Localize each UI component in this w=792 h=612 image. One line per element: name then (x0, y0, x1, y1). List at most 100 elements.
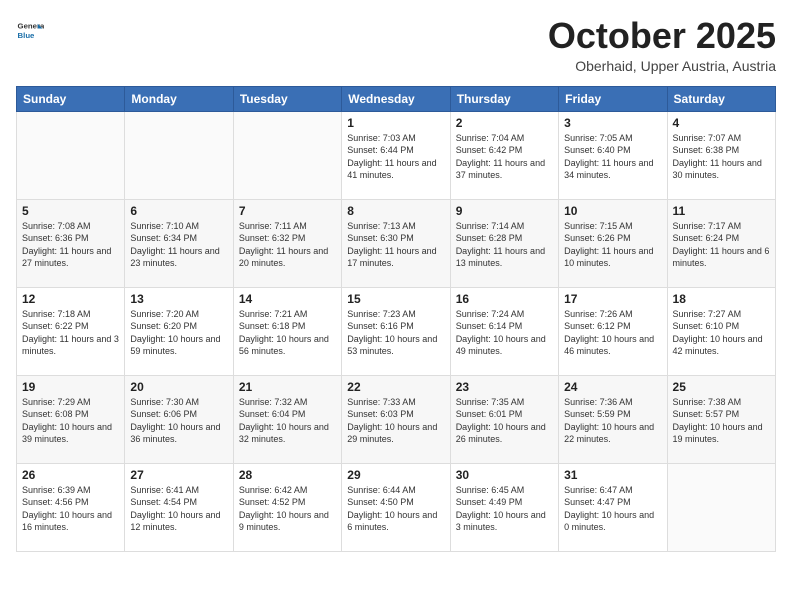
day-cell: 22 Sunrise: 7:33 AM Sunset: 6:03 PM Dayli… (342, 375, 450, 463)
day-number: 24 (564, 380, 661, 394)
day-info: Sunrise: 7:14 AM Sunset: 6:28 PM Dayligh… (456, 220, 553, 270)
day-info: Sunrise: 7:24 AM Sunset: 6:14 PM Dayligh… (456, 308, 553, 358)
day-info: Sunrise: 7:35 AM Sunset: 6:01 PM Dayligh… (456, 396, 553, 446)
day-cell: 31 Sunrise: 6:47 AM Sunset: 4:47 PM Dayli… (559, 463, 667, 551)
week-row-1: 1Sunrise: 7:03 AM Sunset: 6:44 PM Daylig… (17, 111, 776, 199)
day-number: 5 (22, 204, 119, 218)
day-cell: 6 Sunrise: 7:10 AM Sunset: 6:34 PM Daylig… (125, 199, 233, 287)
day-number: 22 (347, 380, 444, 394)
day-info: Sunrise: 7:05 AM Sunset: 6:40 PM Dayligh… (564, 132, 661, 182)
day-info: Sunrise: 7:30 AM Sunset: 6:06 PM Dayligh… (130, 396, 227, 446)
day-number: 14 (239, 292, 336, 306)
day-number: 10 (564, 204, 661, 218)
day-number: 2 (456, 116, 553, 130)
day-number: 30 (456, 468, 553, 482)
logo: General Blue (16, 16, 44, 44)
day-info: Sunrise: 6:39 AM Sunset: 4:56 PM Dayligh… (22, 484, 119, 534)
day-info: Sunrise: 7:32 AM Sunset: 6:04 PM Dayligh… (239, 396, 336, 446)
day-cell: 28Sunrise: 6:42 AM Sunset: 4:52 PM Dayli… (233, 463, 341, 551)
day-info: Sunrise: 7:08 AM Sunset: 6:36 PM Dayligh… (22, 220, 119, 270)
day-number: 20 (130, 380, 227, 394)
day-info: Sunrise: 6:44 AM Sunset: 4:50 PM Dayligh… (347, 484, 444, 534)
location-subtitle: Oberhaid, Upper Austria, Austria (548, 58, 776, 74)
day-info: Sunrise: 7:17 AM Sunset: 6:24 PM Dayligh… (673, 220, 770, 270)
svg-text:Blue: Blue (18, 31, 36, 40)
day-number: 27 (130, 468, 227, 482)
day-cell (125, 111, 233, 199)
day-info: Sunrise: 7:11 AM Sunset: 6:32 PM Dayligh… (239, 220, 336, 270)
day-number: 19 (22, 380, 119, 394)
day-number: 21 (239, 380, 336, 394)
title-area: October 2025 Oberhaid, Upper Austria, Au… (548, 16, 776, 74)
week-row-2: 5 Sunrise: 7:08 AM Sunset: 6:36 PM Daylig… (17, 199, 776, 287)
day-cell: 2 Sunrise: 7:04 AM Sunset: 6:42 PM Daylig… (450, 111, 558, 199)
day-cell: 24 Sunrise: 7:36 AM Sunset: 5:59 PM Dayli… (559, 375, 667, 463)
day-cell: 26 Sunrise: 6:39 AM Sunset: 4:56 PM Dayli… (17, 463, 125, 551)
day-cell: 29Sunrise: 6:44 AM Sunset: 4:50 PM Dayli… (342, 463, 450, 551)
day-number: 15 (347, 292, 444, 306)
day-cell: 11 Sunrise: 7:17 AM Sunset: 6:24 PM Dayli… (667, 199, 775, 287)
day-info: Sunrise: 7:07 AM Sunset: 6:38 PM Dayligh… (673, 132, 770, 182)
weekday-header-wednesday: Wednesday (342, 86, 450, 111)
weekday-header-sunday: Sunday (17, 86, 125, 111)
day-info: Sunrise: 7:27 AM Sunset: 6:10 PM Dayligh… (673, 308, 770, 358)
day-number: 23 (456, 380, 553, 394)
day-cell: 18 Sunrise: 7:27 AM Sunset: 6:10 PM Dayli… (667, 287, 775, 375)
day-cell: 10 Sunrise: 7:15 AM Sunset: 6:26 PM Dayli… (559, 199, 667, 287)
day-cell: 27 Sunrise: 6:41 AM Sunset: 4:54 PM Dayli… (125, 463, 233, 551)
day-cell: 16Sunrise: 7:24 AM Sunset: 6:14 PM Dayli… (450, 287, 558, 375)
day-info: Sunrise: 7:38 AM Sunset: 5:57 PM Dayligh… (673, 396, 770, 446)
day-cell: 12Sunrise: 7:18 AM Sunset: 6:22 PM Dayli… (17, 287, 125, 375)
day-number: 18 (673, 292, 770, 306)
day-info: Sunrise: 6:42 AM Sunset: 4:52 PM Dayligh… (239, 484, 336, 534)
day-cell (233, 111, 341, 199)
day-number: 6 (130, 204, 227, 218)
week-row-4: 19 Sunrise: 7:29 AM Sunset: 6:08 PM Dayli… (17, 375, 776, 463)
day-info: Sunrise: 7:18 AM Sunset: 6:22 PM Dayligh… (22, 308, 119, 358)
day-number: 31 (564, 468, 661, 482)
day-number: 11 (673, 204, 770, 218)
day-info: Sunrise: 7:10 AM Sunset: 6:34 PM Dayligh… (130, 220, 227, 270)
svg-text:General: General (18, 21, 44, 30)
day-number: 17 (564, 292, 661, 306)
day-number: 3 (564, 116, 661, 130)
day-info: Sunrise: 7:23 AM Sunset: 6:16 PM Dayligh… (347, 308, 444, 358)
week-row-5: 26 Sunrise: 6:39 AM Sunset: 4:56 PM Dayli… (17, 463, 776, 551)
day-info: Sunrise: 6:45 AM Sunset: 4:49 PM Dayligh… (456, 484, 553, 534)
day-info: Sunrise: 7:29 AM Sunset: 6:08 PM Dayligh… (22, 396, 119, 446)
day-cell: 5 Sunrise: 7:08 AM Sunset: 6:36 PM Daylig… (17, 199, 125, 287)
weekday-header-row: SundayMondayTuesdayWednesdayThursdayFrid… (17, 86, 776, 111)
day-number: 25 (673, 380, 770, 394)
day-info: Sunrise: 7:15 AM Sunset: 6:26 PM Dayligh… (564, 220, 661, 270)
day-cell: 19 Sunrise: 7:29 AM Sunset: 6:08 PM Dayli… (17, 375, 125, 463)
month-title: October 2025 (548, 16, 776, 56)
day-number: 26 (22, 468, 119, 482)
day-cell: 17 Sunrise: 7:26 AM Sunset: 6:12 PM Dayli… (559, 287, 667, 375)
day-cell: 4Sunrise: 7:07 AM Sunset: 6:38 PM Daylig… (667, 111, 775, 199)
day-info: Sunrise: 7:21 AM Sunset: 6:18 PM Dayligh… (239, 308, 336, 358)
day-number: 1 (347, 116, 444, 130)
day-cell: 1Sunrise: 7:03 AM Sunset: 6:44 PM Daylig… (342, 111, 450, 199)
day-cell: 21 Sunrise: 7:32 AM Sunset: 6:04 PM Dayli… (233, 375, 341, 463)
day-info: Sunrise: 6:41 AM Sunset: 4:54 PM Dayligh… (130, 484, 227, 534)
week-row-3: 12Sunrise: 7:18 AM Sunset: 6:22 PM Dayli… (17, 287, 776, 375)
day-cell: 25 Sunrise: 7:38 AM Sunset: 5:57 PM Dayli… (667, 375, 775, 463)
weekday-header-thursday: Thursday (450, 86, 558, 111)
day-info: Sunrise: 7:26 AM Sunset: 6:12 PM Dayligh… (564, 308, 661, 358)
header: General Blue October 2025 Oberhaid, Uppe… (16, 16, 776, 74)
day-cell: 7 Sunrise: 7:11 AM Sunset: 6:32 PM Daylig… (233, 199, 341, 287)
day-info: Sunrise: 7:20 AM Sunset: 6:20 PM Dayligh… (130, 308, 227, 358)
day-cell (667, 463, 775, 551)
weekday-header-tuesday: Tuesday (233, 86, 341, 111)
day-number: 7 (239, 204, 336, 218)
day-info: Sunrise: 7:33 AM Sunset: 6:03 PM Dayligh… (347, 396, 444, 446)
weekday-header-saturday: Saturday (667, 86, 775, 111)
day-cell: 9Sunrise: 7:14 AM Sunset: 6:28 PM Daylig… (450, 199, 558, 287)
day-info: Sunrise: 7:04 AM Sunset: 6:42 PM Dayligh… (456, 132, 553, 182)
weekday-header-monday: Monday (125, 86, 233, 111)
day-info: Sunrise: 6:47 AM Sunset: 4:47 PM Dayligh… (564, 484, 661, 534)
day-info: Sunrise: 7:36 AM Sunset: 5:59 PM Dayligh… (564, 396, 661, 446)
day-cell: 3 Sunrise: 7:05 AM Sunset: 6:40 PM Daylig… (559, 111, 667, 199)
day-cell: 8Sunrise: 7:13 AM Sunset: 6:30 PM Daylig… (342, 199, 450, 287)
weekday-header-friday: Friday (559, 86, 667, 111)
